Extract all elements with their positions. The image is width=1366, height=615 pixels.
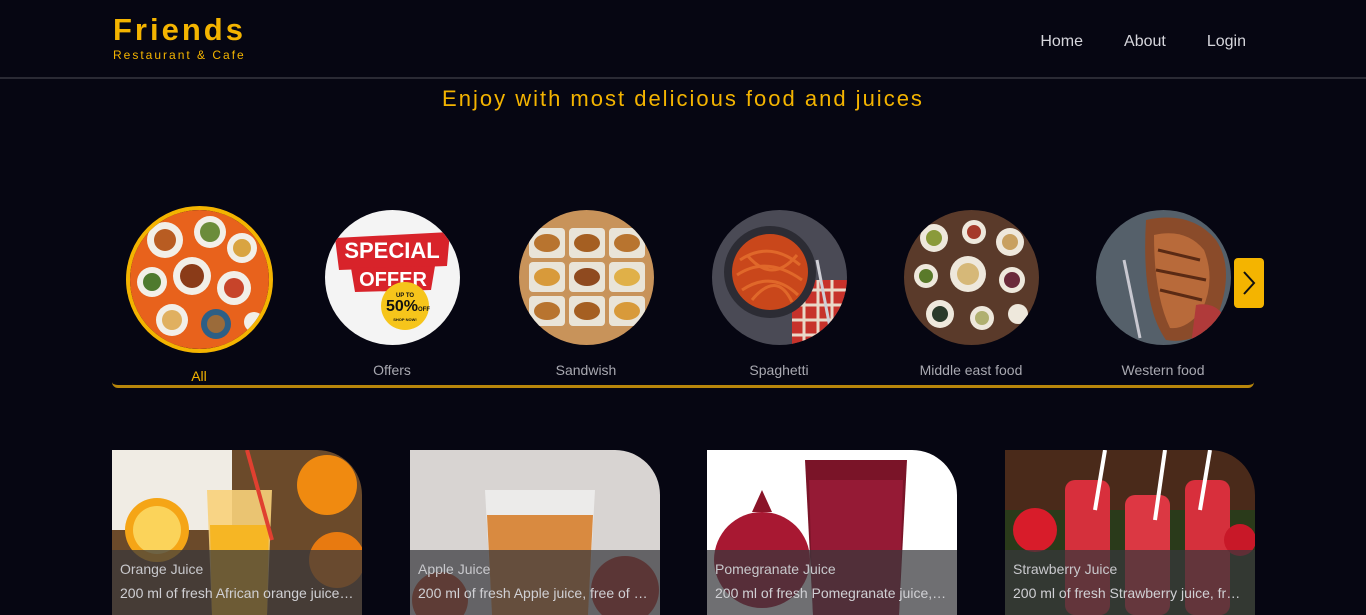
product-description: 200 ml of fresh Strawberry juice, free o… [1013,585,1247,601]
category-spaghetti[interactable]: Spaghetti [699,210,859,378]
category-offers-label: Offers [373,362,411,378]
offer-off-text: OFF [418,307,430,313]
category-carousel: All SPECIAL OFFER UP TO 50% OFF SHOP NOW… [112,190,1254,388]
category-middle-east-food-label: Middle east food [919,362,1023,378]
category-sandwish[interactable]: Sandwish [506,210,666,378]
site-header: Friends Restaurant & Cafe Home About Log… [0,0,1366,79]
product-name: Pomegranate Juice [715,561,836,577]
category-western-food[interactable]: Western food [1083,210,1243,378]
category-offers-image: SPECIAL OFFER UP TO 50% OFF SHOP NOW! [324,210,460,345]
product-card-orange-juice[interactable]: Orange Juice 200 ml of fresh African ora… [112,450,362,615]
chevron-right-icon [1243,271,1256,295]
product-name: Apple Juice [418,561,491,577]
offer-special-text: SPECIAL [344,238,439,263]
category-spaghetti-image [711,210,847,345]
product-description: 200 ml of fresh African orange juice, fr… [120,585,354,601]
brand-title: Friends [113,12,246,47]
product-name: Orange Juice [120,561,204,577]
category-western-food-label: Western food [1121,362,1205,378]
category-middle-east-food[interactable]: Middle east food [891,210,1051,378]
product-info: Strawberry Juice 200 ml of fresh Strawbe… [1005,550,1255,615]
offer-shop-text: SHOP NOW! [393,317,416,322]
product-name: Strawberry Juice [1013,561,1118,577]
offer-percent-text: 50% [385,298,417,315]
category-sandwish-image [518,210,654,345]
category-sandwish-label: Sandwish [555,362,617,378]
page-tagline: Enjoy with most delicious food and juice… [442,86,924,111]
product-card-pomegranate-juice[interactable]: Pomegranate Juice 200 ml of fresh Pomegr… [707,450,957,615]
product-card-apple-juice[interactable]: Apple Juice 200 ml of fresh Apple juice,… [410,450,660,615]
category-all[interactable]: All [119,206,279,384]
category-offers[interactable]: SPECIAL OFFER UP TO 50% OFF SHOP NOW! Of… [312,210,472,378]
main-nav: Home About Login [1040,33,1246,51]
nav-about-link[interactable]: About [1124,33,1166,51]
product-info: Apple Juice 200 ml of fresh Apple juice,… [410,550,660,615]
category-all-label: All [191,368,207,384]
brand-logo[interactable]: Friends Restaurant & Cafe [113,12,246,63]
nav-home-link[interactable]: Home [1040,33,1083,51]
category-spaghetti-label: Spaghetti [749,362,809,378]
carousel-next-button[interactable] [1234,258,1264,308]
brand-subtitle: Restaurant & Cafe [113,48,246,62]
product-info: Pomegranate Juice 200 ml of fresh Pomegr… [707,550,957,615]
category-all-image [125,206,273,353]
product-card-strawberry-juice[interactable]: Strawberry Juice 200 ml of fresh Strawbe… [1005,450,1255,615]
nav-login-link[interactable]: Login [1207,33,1246,51]
category-middle-east-food-image [903,210,1039,345]
product-info: Orange Juice 200 ml of fresh African ora… [112,550,362,615]
product-description: 200 ml of fresh Apple juice, free of sug… [418,585,652,601]
category-western-food-image [1095,210,1231,345]
product-description: 200 ml of fresh Pomegranate juice, free … [715,585,949,601]
